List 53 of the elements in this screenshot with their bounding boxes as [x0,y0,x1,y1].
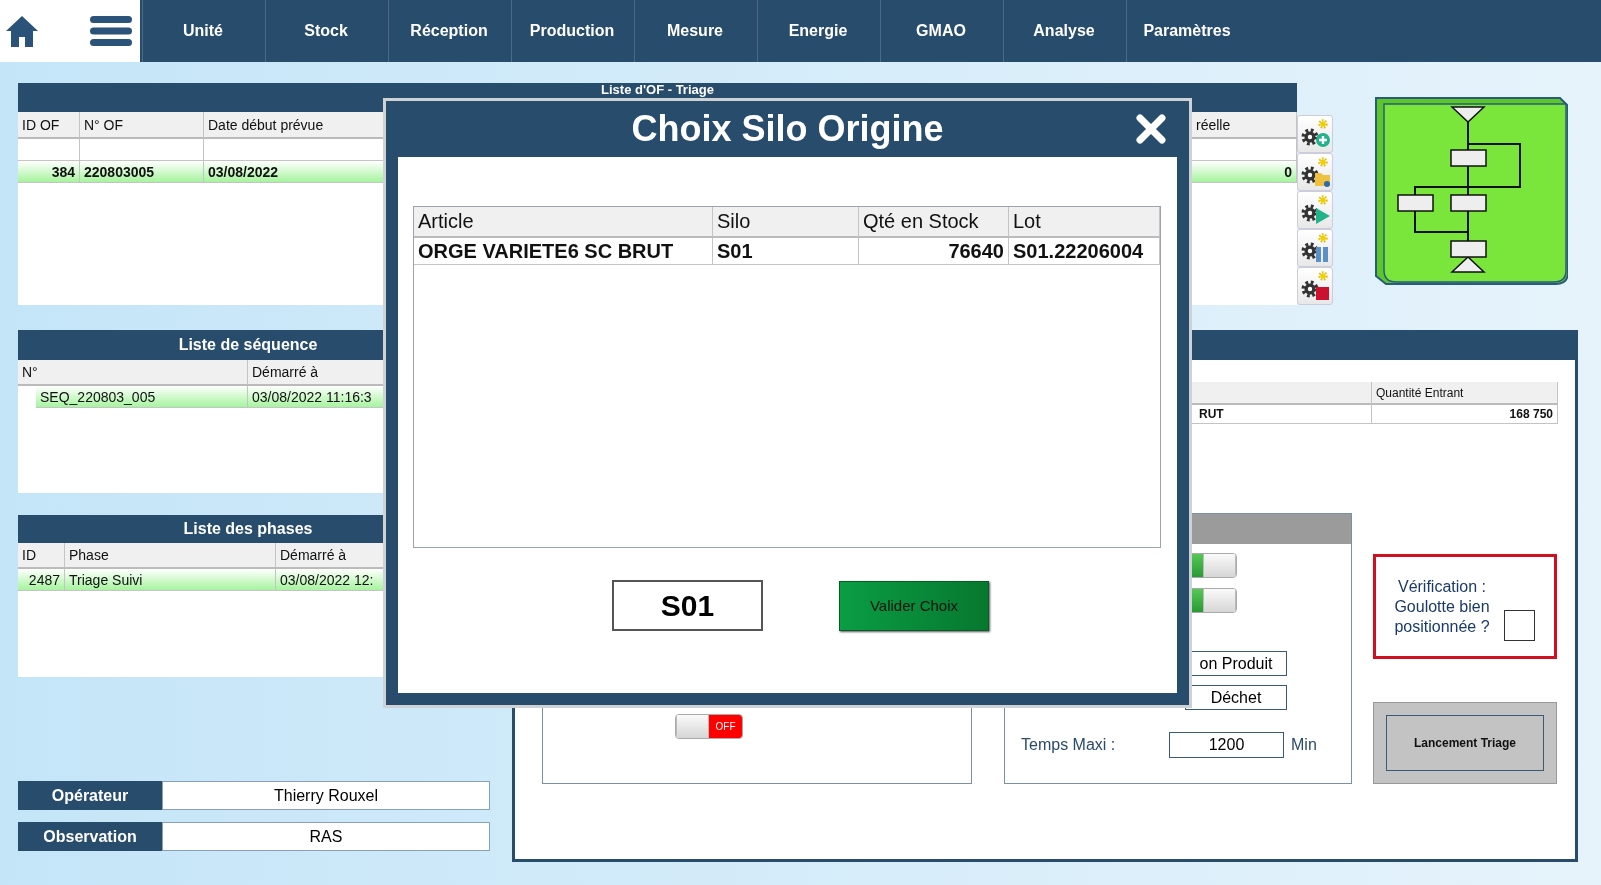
gear-pause-icon [1299,232,1331,264]
column-header: réelle [1192,112,1297,139]
choice-field[interactable]: S01 [612,580,763,631]
panel-title: Liste d'OF - Triage [601,83,714,97]
table-cell: 384 [18,161,80,183]
close-button[interactable] [1133,111,1169,147]
verification-label: Vérification : Goulotte bien positionnée ? [1393,576,1491,637]
gear-stop-icon [1299,270,1331,302]
field-label: Opérateur [18,781,162,810]
column-header: Qté en Stock [859,207,1009,238]
table-cell[interactable]: 76640 [859,238,1009,265]
gear-button[interactable] [1297,153,1333,191]
table-cell[interactable]: ORGE VARIETE6 SC BRUT [414,238,713,265]
column-header: ID [18,543,65,569]
table-cell[interactable]: S01 [713,238,859,265]
table-cell [18,139,80,161]
confirm-button[interactable]: Valider Choix [839,580,989,631]
panel-title: Liste de séquence [178,336,318,354]
panel-title: Liste des phases [183,520,313,538]
column-header: ID OF [18,112,80,139]
checkbox[interactable] [1504,610,1535,641]
table-cell: SEQ_220803_005 [36,386,248,408]
table-cell: 0 [1192,161,1297,183]
menu-icon[interactable] [90,14,132,48]
text-field[interactable]: RAS [162,822,490,851]
column-header: N° OF [80,112,204,139]
table-cell: 220803005 [80,161,204,183]
gear-plus-icon [1299,118,1331,150]
field-label: Observation [18,822,162,851]
gear-button[interactable] [1297,191,1333,229]
time-input[interactable]: 1200 [1169,732,1284,758]
column-header: Quantité Entrant [1372,382,1558,405]
launch-button[interactable]: Lancement Triage [1386,715,1544,771]
column-header: Lot [1009,207,1160,238]
column-header: Silo [713,207,859,238]
gear-button[interactable] [1297,229,1333,267]
column-header: Article [414,207,713,238]
table-cell: 168 750 [1372,405,1558,424]
gear-button[interactable] [1297,115,1333,153]
table-cell: 2487 [18,569,65,591]
table-cell[interactable]: S01.22206004 [1009,238,1160,265]
text-field[interactable]: Thierry Rouxel [162,781,490,810]
unit-label: Min [1291,736,1317,754]
toggle-switch[interactable]: OFF [675,714,743,739]
column-header: N° [18,360,248,386]
gear-button[interactable] [1297,267,1333,305]
gear-folder-icon [1299,156,1331,188]
column-header: Phase [65,543,276,569]
table-cell: Triage Suivi [65,569,276,591]
home-icon[interactable] [5,14,39,48]
field-label: Temps Maxi : [1021,736,1117,754]
gear-play-icon [1299,194,1331,226]
close-icon [1135,113,1167,145]
